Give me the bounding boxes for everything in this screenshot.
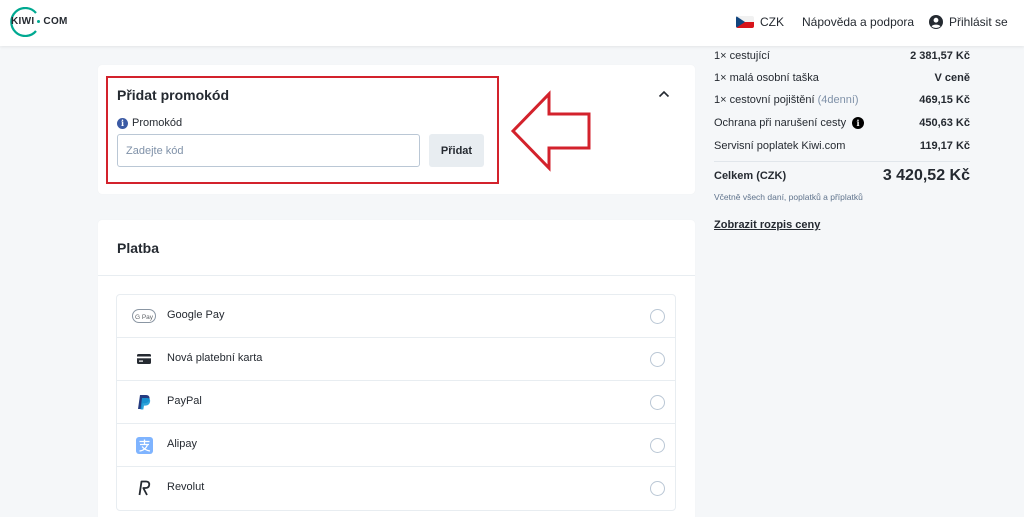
credit-card-icon [132,351,156,367]
annotation-arrow-icon [510,90,591,172]
total-label: Celkem (CZK) [714,170,787,182]
payment-title: Platba [117,240,160,256]
login-button[interactable]: Přihlásit se [929,15,1008,29]
currency-label: CZK [760,15,784,29]
radio-alipay[interactable] [650,438,665,453]
price-breakdown-link[interactable]: Zobrazit rozpis ceny [714,219,820,231]
payment-option-revolut[interactable]: Revolut [117,467,675,510]
summary-row-label: 1× cestující [714,50,770,62]
payment-option-label: Google Pay [167,309,225,321]
alipay-icon [132,436,156,454]
total-value: 3 420,52 Kč [882,167,970,184]
summary-row-value: 450,63 Kč [919,117,970,129]
google-pay-icon: G Pay [132,308,156,324]
summary-row-value: V ceně [934,72,970,84]
chevron-up-icon[interactable] [658,90,670,98]
radio-card[interactable] [650,352,665,367]
payment-option-google-pay[interactable]: G Pay Google Pay [117,295,675,338]
radio-revolut[interactable] [650,481,665,496]
google-pay-icon-text: G Pay [135,314,154,321]
payment-option-label: Alipay [167,438,197,450]
logo-text[interactable]: KIWI COM [11,16,68,27]
logo-text-right: COM [43,16,68,27]
help-link[interactable]: Nápověda a podpora [802,15,914,29]
summary-row-value: 469,15 Kč [919,94,970,106]
payment-option-alipay[interactable]: Alipay [117,424,675,467]
insurance-label: 1× cestovní pojištění [714,94,815,106]
summary-row-label: 1× cestovní pojištění (4denní) [714,94,859,106]
currency-selector[interactable]: CZK [736,15,784,29]
payment-card: Platba G Pay Google Pay Nová platební ka… [98,220,695,517]
payment-option-label: Revolut [167,481,205,493]
payment-option-paypal[interactable]: PayPal [117,381,675,424]
summary-row-label: 1× malá osobní taška [714,72,819,84]
summary-divider [714,161,970,162]
total-note: Včetně všech daní, poplatků a příplatků [714,192,863,202]
paypal-icon [132,394,156,410]
summary-row-value: 119,17 Kč [919,140,970,152]
payment-option-label: Nová platební karta [167,352,263,364]
payment-options-list: G Pay Google Pay Nová platební karta Pay… [116,294,676,511]
help-label: Nápověda a podpora [802,15,915,29]
annotation-highlight-box [106,76,499,184]
logo-dot [37,19,41,23]
user-icon [929,15,943,29]
payment-option-card[interactable]: Nová platební karta [117,338,675,381]
insurance-duration: (4denní) [817,94,859,106]
protection-label: Ochrana při narušení cesty [714,117,847,129]
login-label: Přihlásit se [949,15,1008,29]
radio-paypal[interactable] [650,395,665,410]
summary-row-value: 2 381,57 Kč [910,50,970,62]
logo-text-left: KIWI [11,16,35,27]
summary-row-label: Ochrana při narušení cesty i [714,117,865,129]
radio-google-pay[interactable] [650,309,665,324]
payment-divider [98,275,695,276]
summary-row-label: Servisní poplatek Kiwi.com [714,140,846,152]
payment-option-label: PayPal [167,395,202,407]
top-header: KIWI COM CZK Nápověda a podpora Přihlásit… [0,0,1024,46]
czech-flag-icon [736,16,754,28]
revolut-icon [132,480,156,496]
info-icon[interactable]: i [852,117,865,129]
